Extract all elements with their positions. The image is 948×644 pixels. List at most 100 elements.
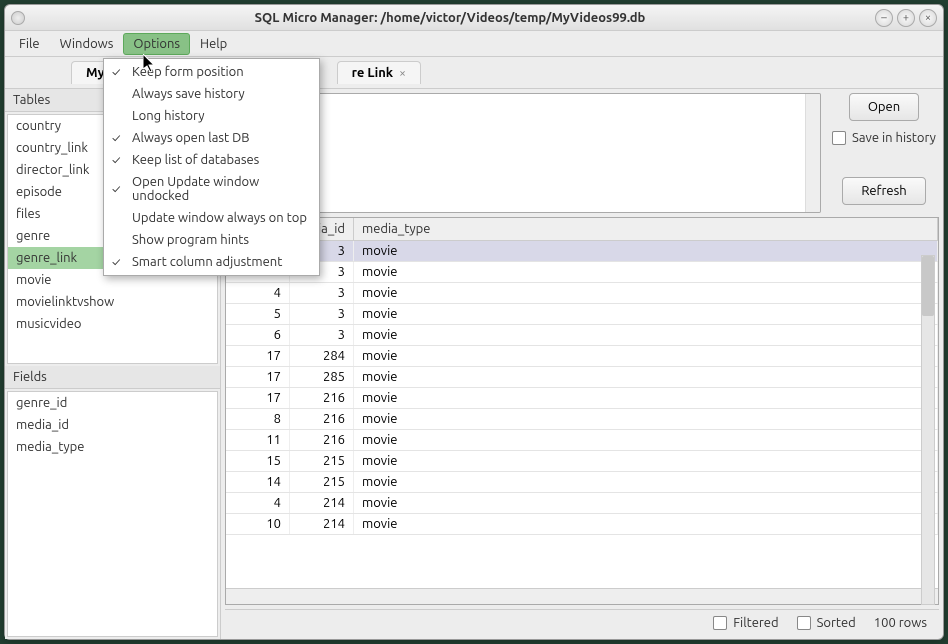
sorted-label: Sorted — [817, 616, 856, 630]
table-row[interactable]: 15215movie — [226, 451, 938, 472]
grid-cell: 4 — [226, 493, 290, 513]
options-menu-label: Keep list of databases — [132, 153, 259, 167]
grid-cell: movie — [354, 325, 938, 345]
grid-cell: 3 — [290, 304, 354, 324]
check-icon: ✓ — [112, 66, 120, 79]
options-menu-item[interactable]: ✓ Keep list of databases — [104, 149, 319, 171]
grid-cell: movie — [354, 367, 938, 387]
refresh-button[interactable]: Refresh — [842, 177, 925, 205]
window-title: SQL Micro Manager: /home/victor/Videos/t… — [25, 11, 875, 25]
fields-header: Fields — [5, 366, 220, 389]
options-menu-item[interactable]: ✓Keep form position — [104, 61, 319, 83]
options-menu-label: Open Update window undocked — [132, 175, 309, 203]
options-menu-item[interactable]: Show program hints — [104, 229, 319, 251]
options-menu-item[interactable]: Always save history — [104, 83, 319, 105]
sorted-checkbox[interactable] — [797, 616, 811, 630]
grid-cell: 17 — [226, 388, 290, 408]
menubar: File Windows Options Help — [5, 31, 943, 57]
field-item-genre_id[interactable]: genre_id — [8, 392, 217, 414]
grid-scrollbar-thumb[interactable] — [922, 256, 934, 316]
window-close-left-icon[interactable] — [11, 11, 25, 25]
menu-file[interactable]: File — [9, 33, 50, 55]
grid-cell: 215 — [290, 472, 354, 492]
close-icon[interactable]: × — [919, 9, 937, 27]
table-row[interactable]: 10214movie — [226, 514, 938, 535]
table-row[interactable]: 8216movie — [226, 409, 938, 430]
grid-header-media-type[interactable]: media_type — [354, 218, 938, 240]
options-menu-label: Always save history — [132, 87, 245, 101]
grid-cell: 17 — [226, 367, 290, 387]
grid-cell: movie — [354, 241, 938, 261]
table-item-musicvideo[interactable]: musicvideo — [8, 313, 217, 335]
table-item-movielinktvshow[interactable]: movielinktvshow — [8, 291, 217, 313]
menu-windows[interactable]: Windows — [50, 33, 124, 55]
menu-help[interactable]: Help — [190, 33, 237, 55]
table-row[interactable]: 17216movie — [226, 388, 938, 409]
sql-scrollbar[interactable] — [805, 94, 820, 212]
right-area: * nre_link 00; Open Save in history Refr… — [221, 89, 943, 639]
table-row[interactable]: 33movie — [226, 262, 938, 283]
table-row[interactable]: 11216movie — [226, 430, 938, 451]
results-grid: ia_id media_type 33movie33movie43movie53… — [225, 217, 939, 605]
grid-cell: 3 — [290, 325, 354, 345]
sorted-row[interactable]: Sorted — [797, 616, 856, 630]
minimize-icon[interactable]: – — [875, 9, 893, 27]
check-icon: ✓ — [112, 154, 120, 167]
menu-options[interactable]: Options — [123, 33, 190, 55]
grid-cell: 284 — [290, 346, 354, 366]
table-row[interactable]: 63movie — [226, 325, 938, 346]
maximize-icon[interactable]: + — [897, 9, 915, 27]
grid-cell: movie — [354, 304, 938, 324]
table-row[interactable]: 33movie — [226, 241, 938, 262]
statusbar: Filtered Sorted 100 rows — [225, 609, 939, 635]
filtered-checkbox[interactable] — [713, 616, 727, 630]
tab-query[interactable]: re Link × — [337, 61, 421, 84]
options-menu-item[interactable]: Long history — [104, 105, 319, 127]
sql-toolbar-row: * nre_link 00; Open Save in history Refr… — [225, 93, 939, 213]
grid-cell: 6 — [226, 325, 290, 345]
save-history-checkbox[interactable] — [832, 131, 846, 145]
options-menu-item[interactable]: ✓Always open last DB — [104, 127, 319, 149]
fields-list[interactable]: genre_idmedia_idmedia_type — [7, 391, 218, 637]
save-history-row[interactable]: Save in history — [832, 131, 936, 145]
grid-horizontal-scrollbar[interactable] — [226, 588, 938, 604]
grid-cell: 11 — [226, 430, 290, 450]
tab-close-icon[interactable]: × — [399, 67, 406, 80]
grid-cell: movie — [354, 430, 938, 450]
options-menu-label: Always open last DB — [132, 131, 250, 145]
table-row[interactable]: 53movie — [226, 304, 938, 325]
grid-cell: movie — [354, 451, 938, 471]
field-item-media_type[interactable]: media_type — [8, 436, 217, 458]
options-menu-item[interactable]: Update window always on top — [104, 207, 319, 229]
grid-cell: 216 — [290, 430, 354, 450]
options-menu-label: Long history — [132, 109, 205, 123]
options-menu-item[interactable]: ✓Smart column adjustment — [104, 251, 319, 273]
table-row[interactable]: 17284movie — [226, 346, 938, 367]
grid-cell: 214 — [290, 493, 354, 513]
grid-cell: movie — [354, 472, 938, 492]
field-item-media_id[interactable]: media_id — [8, 414, 217, 436]
side-buttons: Open Save in history Refresh — [829, 93, 939, 213]
table-row[interactable]: 4214movie — [226, 493, 938, 514]
table-row[interactable]: 17285movie — [226, 367, 938, 388]
options-dropdown: ✓Keep form position Always save history Lo… — [103, 58, 320, 276]
grid-cell: movie — [354, 346, 938, 366]
grid-cell: 216 — [290, 409, 354, 429]
grid-cell: movie — [354, 493, 938, 513]
table-row[interactable]: 43movie — [226, 283, 938, 304]
grid-cell: movie — [354, 262, 938, 282]
open-button[interactable]: Open — [849, 93, 919, 121]
check-icon: ✓ — [112, 183, 120, 196]
options-menu-label: Update window always on top — [132, 211, 307, 225]
grid-cell: 5 — [226, 304, 290, 324]
table-row[interactable]: 14215movie — [226, 472, 938, 493]
grid-vertical-scrollbar[interactable] — [921, 255, 935, 605]
filtered-row[interactable]: Filtered — [713, 616, 778, 630]
save-history-label: Save in history — [852, 131, 936, 145]
filtered-label: Filtered — [733, 616, 778, 630]
grid-body[interactable]: 33movie33movie43movie53movie63movie17284… — [226, 241, 938, 588]
options-menu-item[interactable]: ✓ Open Update window undocked — [104, 171, 319, 207]
grid-header: ia_id media_type — [226, 218, 938, 241]
grid-cell: 4 — [226, 283, 290, 303]
grid-cell: 215 — [290, 451, 354, 471]
